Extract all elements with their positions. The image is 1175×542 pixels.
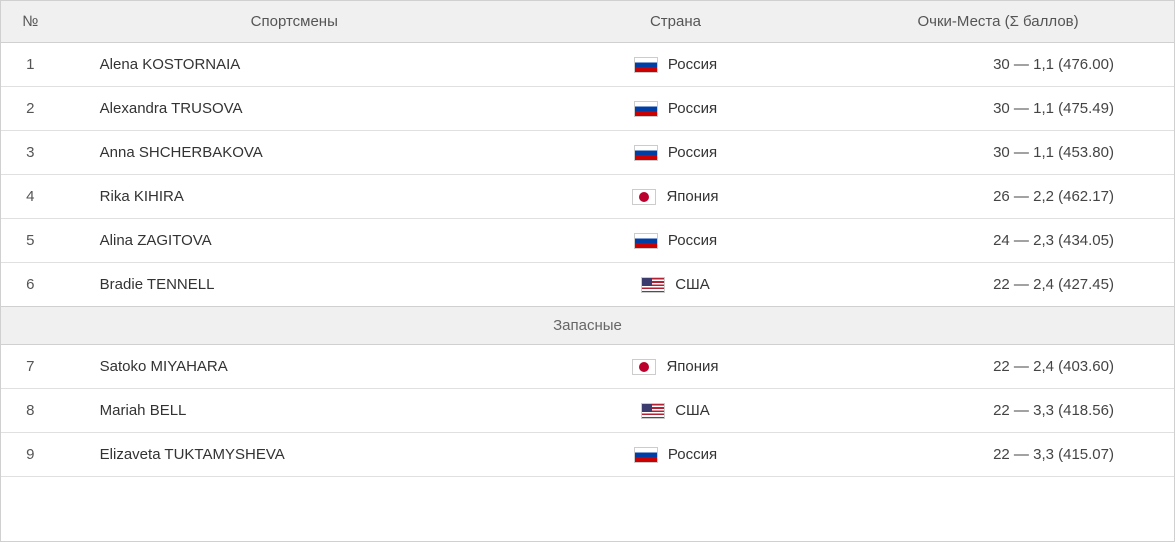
country-name: Япония <box>666 188 718 205</box>
header-num: № <box>1 1 60 43</box>
country-name: Россия <box>668 100 717 117</box>
cell-country: США <box>529 263 822 307</box>
country-name: Россия <box>668 446 717 463</box>
cell-athlete: Alexandra TRUSOVA <box>60 87 529 131</box>
cell-country: Россия <box>529 87 822 131</box>
cell-country: Россия <box>529 433 822 477</box>
country-name: Россия <box>668 56 717 73</box>
table-row: 2Alexandra TRUSOVA Россия 30 — 1,1 (475.49… <box>1 87 1174 131</box>
cell-num: 6 <box>1 263 60 307</box>
header-score: Очки-Места (Σ баллов) <box>822 1 1174 43</box>
cell-country: Россия <box>529 43 822 87</box>
table-row: 3Anna SHCHERBAKOVA Россия 30 — 1,1 (453.80… <box>1 131 1174 175</box>
cell-score: 22 — 3,3 (418.56) <box>822 389 1174 433</box>
cell-num: 8 <box>1 389 60 433</box>
cell-country: Япония <box>529 175 822 219</box>
cell-score: 30 — 1,1 (476.00) <box>822 43 1174 87</box>
cell-num: 3 <box>1 131 60 175</box>
country-name: США <box>675 402 710 419</box>
cell-score: 26 — 2,2 (462.17) <box>822 175 1174 219</box>
cell-athlete: Alina ZAGITOVA <box>60 219 529 263</box>
flag-russia-icon <box>634 447 658 463</box>
table-row: 8Mariah BELL США 22 — 3,3 (418.56) <box>1 389 1174 433</box>
cell-num: 7 <box>1 345 60 389</box>
cell-athlete: Bradie TENNELL <box>60 263 529 307</box>
table-row: 7Satoko MIYAHARA Япония 22 — 2,4 (403.60) <box>1 345 1174 389</box>
cell-num: 5 <box>1 219 60 263</box>
cell-score: 30 — 1,1 (453.80) <box>822 131 1174 175</box>
cell-athlete: Elizaveta TUKTAMYSHEVA <box>60 433 529 477</box>
cell-athlete: Anna SHCHERBAKOVA <box>60 131 529 175</box>
header-athlete: Спортсмены <box>60 1 529 43</box>
cell-num: 2 <box>1 87 60 131</box>
flag-japan-icon <box>632 359 656 375</box>
results-table-container: № Спортсмены Страна Очки-Места (Σ баллов… <box>0 0 1175 542</box>
separator-row: Запасные <box>1 307 1174 345</box>
cell-score: 22 — 2,4 (403.60) <box>822 345 1174 389</box>
table-row: 4Rika KIHIRA Япония 26 — 2,2 (462.17) <box>1 175 1174 219</box>
flag-russia-icon <box>634 145 658 161</box>
cell-country: Япония <box>529 345 822 389</box>
cell-country: Россия <box>529 131 822 175</box>
cell-country: США <box>529 389 822 433</box>
cell-score: 30 — 1,1 (475.49) <box>822 87 1174 131</box>
country-name: Япония <box>666 358 718 375</box>
country-name: Россия <box>668 144 717 161</box>
cell-score: 22 — 3,3 (415.07) <box>822 433 1174 477</box>
table-row: 9Elizaveta TUKTAMYSHEVA Россия 22 — 3,3 (4… <box>1 433 1174 477</box>
cell-athlete: Alena KOSTORNAIA <box>60 43 529 87</box>
flag-japan-icon <box>632 189 656 205</box>
cell-country: Россия <box>529 219 822 263</box>
flag-usa-icon <box>641 403 665 419</box>
table-header-row: № Спортсмены Страна Очки-Места (Σ баллов… <box>1 1 1174 43</box>
header-country: Страна <box>529 1 822 43</box>
cell-num: 9 <box>1 433 60 477</box>
table-row: 1Alena KOSTORNAIA Россия 30 — 1,1 (476.00) <box>1 43 1174 87</box>
flag-russia-icon <box>634 101 658 117</box>
cell-athlete: Rika KIHIRA <box>60 175 529 219</box>
table-row: 6Bradie TENNELL США 22 — 2,4 (427.45) <box>1 263 1174 307</box>
results-table: № Спортсмены Страна Очки-Места (Σ баллов… <box>1 1 1174 477</box>
cell-num: 4 <box>1 175 60 219</box>
flag-russia-icon <box>634 57 658 73</box>
country-name: Россия <box>668 232 717 249</box>
country-name: США <box>675 276 710 293</box>
cell-score: 22 — 2,4 (427.45) <box>822 263 1174 307</box>
cell-score: 24 — 2,3 (434.05) <box>822 219 1174 263</box>
flag-usa-icon <box>641 277 665 293</box>
flag-russia-icon <box>634 233 658 249</box>
table-row: 5Alina ZAGITOVA Россия 24 — 2,3 (434.05) <box>1 219 1174 263</box>
cell-athlete: Satoko MIYAHARA <box>60 345 529 389</box>
cell-athlete: Mariah BELL <box>60 389 529 433</box>
cell-num: 1 <box>1 43 60 87</box>
